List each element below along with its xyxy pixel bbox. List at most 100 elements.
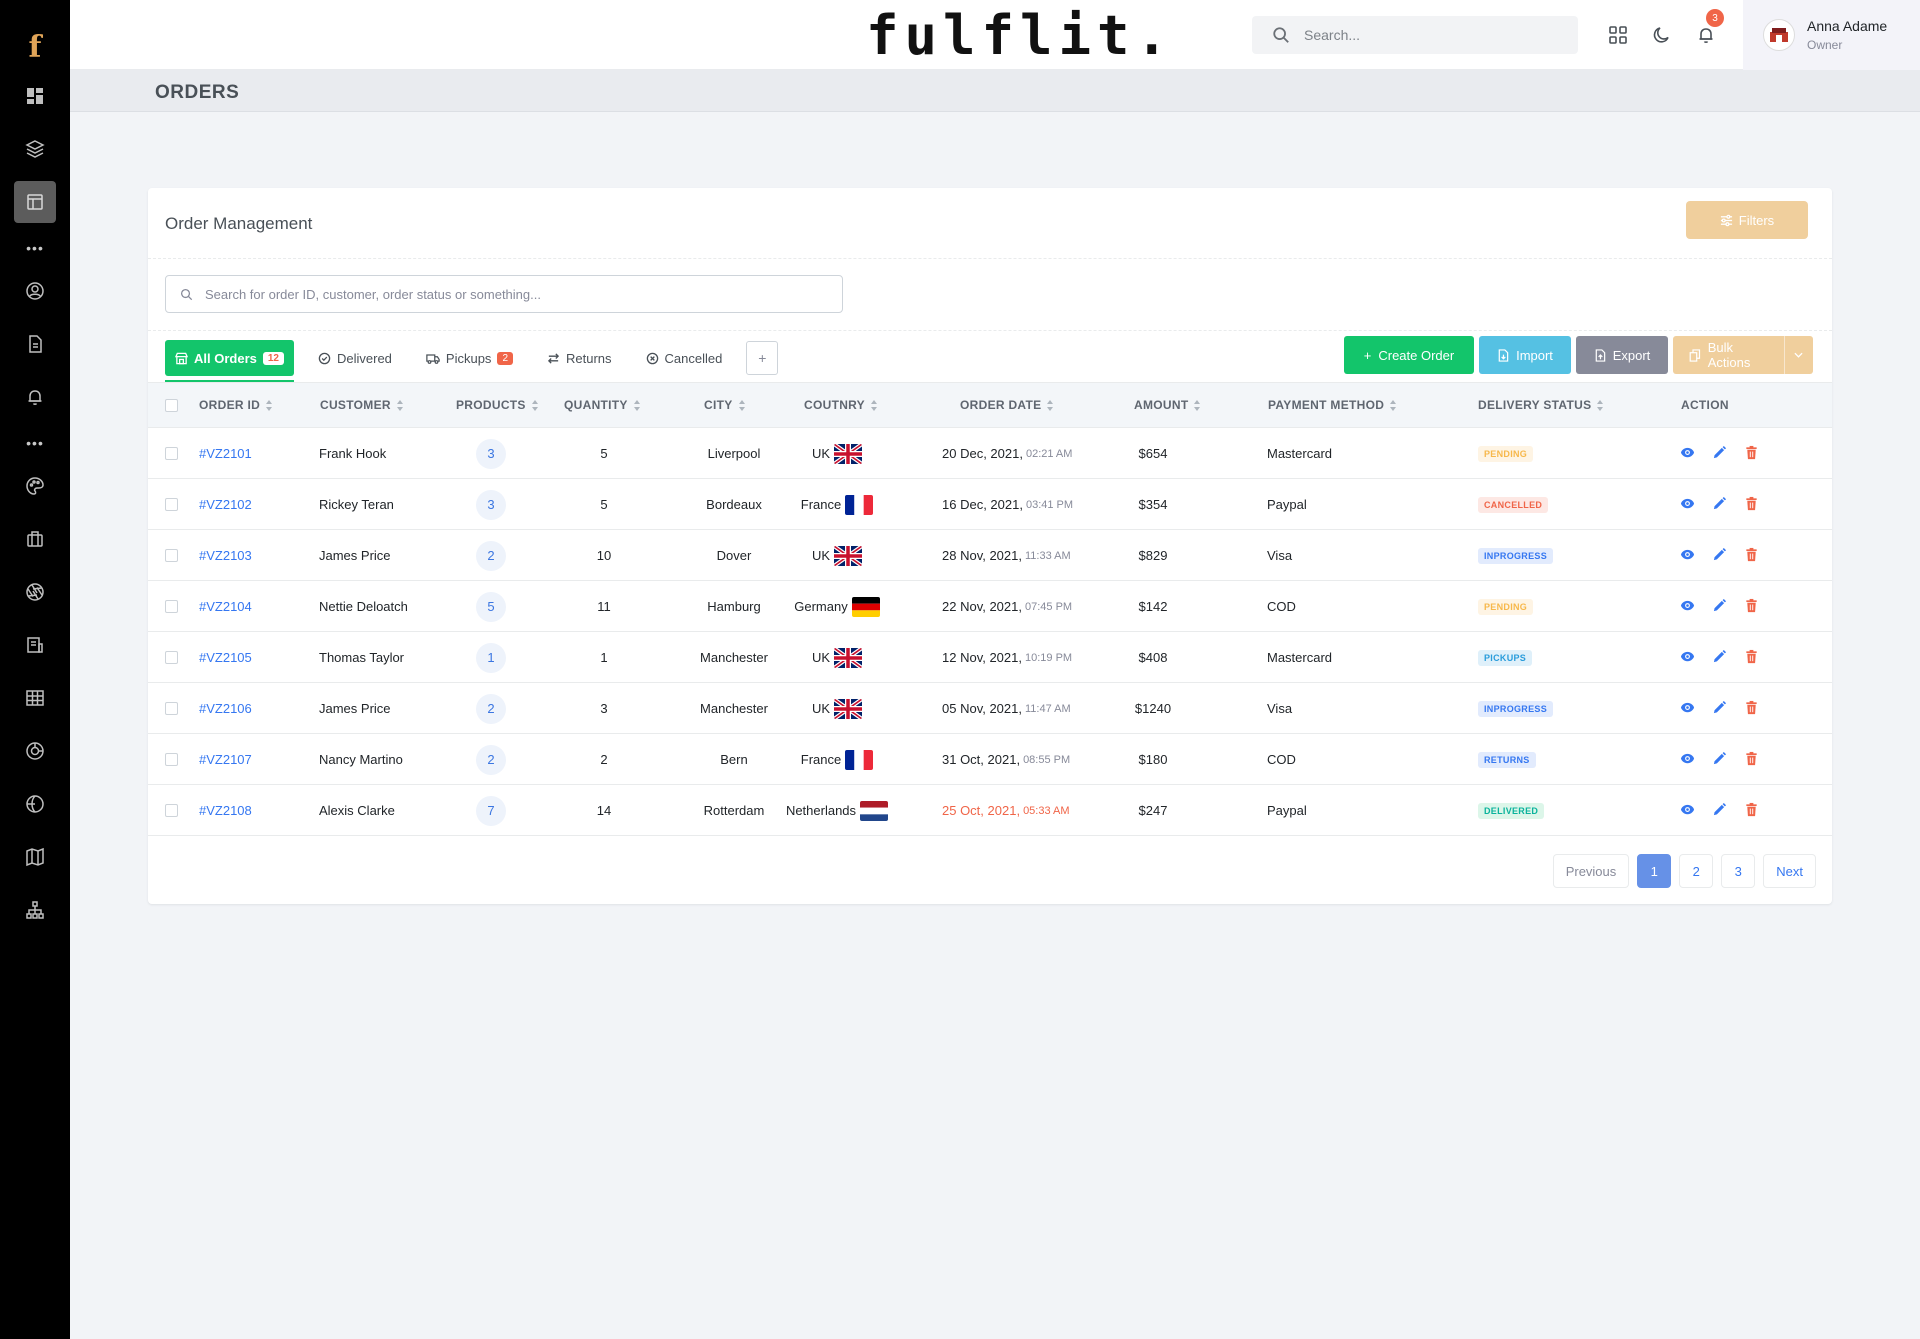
sidebar-table-icon[interactable] [14, 677, 56, 719]
column-header-country[interactable]: COUTNRY [804, 398, 878, 412]
table-row[interactable]: #VZ2107 Nancy Martino 2 2 Bern France 31… [148, 734, 1832, 785]
delete-trash-icon[interactable] [1744, 445, 1759, 463]
sidebar-pie-chart-icon[interactable] [14, 730, 56, 772]
column-header-payment-method[interactable]: PAYMENT METHOD [1268, 398, 1397, 412]
global-search-input[interactable] [1304, 27, 1554, 43]
sidebar-user-circle-icon[interactable] [14, 270, 56, 312]
delete-trash-icon[interactable] [1744, 700, 1759, 718]
view-eye-icon[interactable] [1680, 751, 1695, 769]
pagination-page-1[interactable]: 1 [1637, 854, 1672, 888]
edit-pencil-icon[interactable] [1712, 445, 1727, 463]
row-checkbox[interactable] [165, 753, 178, 766]
view-eye-icon[interactable] [1680, 598, 1695, 616]
edit-pencil-icon[interactable] [1712, 751, 1727, 769]
order-id-link[interactable]: #VZ2106 [199, 683, 252, 734]
column-header-customer[interactable]: CUSTOMER [320, 398, 404, 412]
create-order-button[interactable]: + Create Order [1344, 336, 1474, 374]
order-id-link[interactable]: #VZ2108 [199, 785, 252, 836]
edit-pencil-icon[interactable] [1712, 700, 1727, 718]
pagination-previous[interactable]: Previous [1552, 854, 1630, 888]
sidebar-briefcase-icon[interactable] [14, 518, 56, 560]
table-row[interactable]: #VZ2106 James Price 2 3 Manchester UK 05… [148, 683, 1832, 734]
import-button[interactable]: Import [1479, 336, 1571, 374]
row-checkbox[interactable] [165, 702, 178, 715]
apps-grid-icon[interactable] [1606, 23, 1630, 47]
sidebar-bell-icon[interactable] [14, 376, 56, 418]
edit-pencil-icon[interactable] [1712, 547, 1727, 565]
row-checkbox[interactable] [165, 549, 178, 562]
column-header-quantity[interactable]: QUANTITY [564, 398, 641, 412]
dark-mode-moon-icon[interactable] [1650, 23, 1674, 47]
order-id-link[interactable]: #VZ2103 [199, 530, 252, 581]
table-row[interactable]: #VZ2101 Frank Hook 3 5 Liverpool UK 20 D… [148, 428, 1832, 479]
order-id-link[interactable]: #VZ2101 [199, 428, 252, 479]
edit-pencil-icon[interactable] [1712, 496, 1727, 514]
delete-trash-icon[interactable] [1744, 496, 1759, 514]
table-row[interactable]: #VZ2108 Alexis Clarke 7 14 Rotterdam Net… [148, 785, 1832, 836]
column-header-city[interactable]: CITY [704, 398, 746, 412]
sidebar-file-icon[interactable] [14, 323, 56, 365]
order-id-link[interactable]: #VZ2107 [199, 734, 252, 785]
delete-trash-icon[interactable] [1744, 802, 1759, 820]
order-id-link[interactable]: #VZ2104 [199, 581, 252, 632]
view-eye-icon[interactable] [1680, 496, 1695, 514]
order-search[interactable] [165, 275, 843, 313]
table-row[interactable]: #VZ2103 James Price 2 10 Dover UK 28 Nov… [148, 530, 1832, 581]
notification-bell-icon[interactable]: 3 [1694, 9, 1724, 47]
row-checkbox[interactable] [165, 600, 178, 613]
row-checkbox[interactable] [165, 498, 178, 511]
view-eye-icon[interactable] [1680, 547, 1695, 565]
row-checkbox[interactable] [165, 651, 178, 664]
sidebar-map-icon[interactable] [14, 836, 56, 878]
delete-trash-icon[interactable] [1744, 598, 1759, 616]
column-header-products[interactable]: PRODUCTS [456, 398, 539, 412]
table-row[interactable]: #VZ2105 Thomas Taylor 1 1 Manchester UK … [148, 632, 1832, 683]
order-search-input[interactable] [205, 286, 805, 302]
filters-button[interactable]: Filters [1686, 201, 1808, 239]
chevron-down-icon[interactable] [1783, 336, 1813, 374]
delete-trash-icon[interactable] [1744, 649, 1759, 667]
row-checkbox[interactable] [165, 804, 178, 817]
view-eye-icon[interactable] [1680, 649, 1695, 667]
column-header-order-id[interactable]: ORDER ID [199, 398, 273, 412]
edit-pencil-icon[interactable] [1712, 802, 1727, 820]
tab-delivered[interactable]: Delivered [308, 340, 402, 376]
sidebar-aperture-icon[interactable] [14, 571, 56, 613]
table-row[interactable]: #VZ2104 Nettie Deloatch 5 11 Hamburg Ger… [148, 581, 1832, 632]
column-header-amount[interactable]: AMOUNT [1134, 398, 1201, 412]
sidebar-globe-icon[interactable] [14, 783, 56, 825]
pagination-page-3[interactable]: 3 [1721, 854, 1756, 888]
add-tab-button[interactable]: + [746, 341, 779, 375]
table-row[interactable]: #VZ2102 Rickey Teran 3 5 Bordeaux France… [148, 479, 1832, 530]
tab-all-orders[interactable]: All Orders 12 [165, 340, 294, 382]
column-header-order-date[interactable]: ORDER DATE [960, 398, 1054, 412]
order-id-link[interactable]: #VZ2105 [199, 632, 252, 683]
pagination-next[interactable]: Next [1763, 854, 1816, 888]
pagination-page-2[interactable]: 2 [1679, 854, 1714, 888]
delete-trash-icon[interactable] [1744, 751, 1759, 769]
sidebar-layers-icon[interactable] [14, 128, 56, 170]
export-button[interactable]: Export [1576, 336, 1668, 374]
edit-pencil-icon[interactable] [1712, 649, 1727, 667]
column-header-delivery-status[interactable]: DELIVERY STATUS [1478, 398, 1604, 412]
sidebar-layout-icon[interactable] [14, 181, 56, 223]
view-eye-icon[interactable] [1680, 700, 1695, 718]
edit-pencil-icon[interactable] [1712, 598, 1727, 616]
user-menu[interactable]: Anna Adame Owner [1743, 0, 1920, 70]
view-eye-icon[interactable] [1680, 802, 1695, 820]
order-id-link[interactable]: #VZ2102 [199, 479, 252, 530]
sidebar-palette-icon[interactable] [14, 465, 56, 507]
brand-logo[interactable]: fulflit. [850, 2, 1190, 70]
global-search[interactable] [1252, 16, 1578, 54]
select-all-checkbox[interactable] [165, 399, 178, 412]
sidebar-sitemap-icon[interactable] [14, 889, 56, 931]
sidebar-dashboard-icon[interactable] [14, 75, 56, 117]
tab-returns[interactable]: Returns [537, 340, 622, 376]
sidebar-form-icon[interactable] [14, 624, 56, 666]
tab-cancelled[interactable]: Cancelled [636, 340, 733, 376]
tab-pickups[interactable]: Pickups 2 [416, 340, 523, 376]
bulk-actions-button[interactable]: Bulk Actions [1673, 336, 1813, 374]
delete-trash-icon[interactable] [1744, 547, 1759, 565]
view-eye-icon[interactable] [1680, 445, 1695, 463]
app-logo[interactable]: f [0, 28, 70, 68]
